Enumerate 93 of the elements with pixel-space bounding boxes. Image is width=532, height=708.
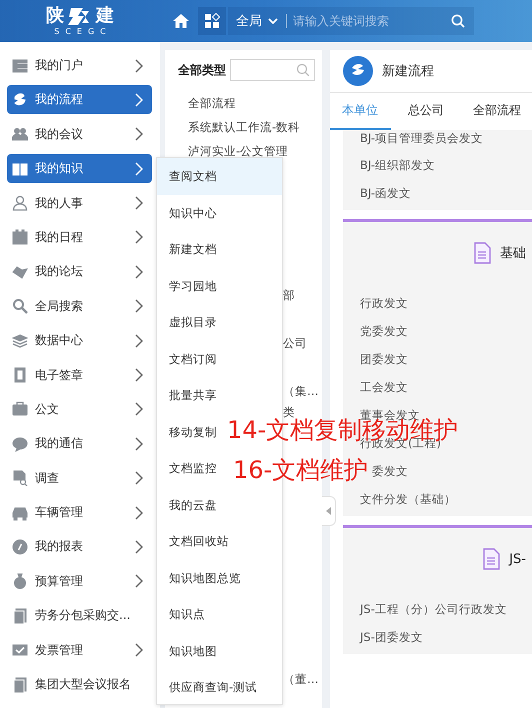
logo-subtitle: SCEGC (54, 27, 112, 37)
type-item[interactable]: （董… (283, 672, 318, 686)
submenu-item[interactable]: 知识地图总览 (169, 570, 241, 586)
type-item[interactable]: 公司 (283, 336, 307, 350)
submenu-item[interactable]: 文档监控 (169, 460, 217, 476)
flow-link[interactable]: BJ-函发文 (360, 186, 412, 200)
book-icon (12, 160, 28, 177)
sidebar-item[interactable]: 我的门户 (7, 51, 152, 80)
panel-title: 全部类型 (178, 62, 226, 78)
sidebar-item[interactable]: 车辆管理 (7, 498, 152, 528)
sidebar-item[interactable]: 劳务分包采购交... (7, 601, 152, 630)
type-item[interactable]: （集… (283, 384, 318, 398)
search-icon (12, 298, 28, 314)
tab[interactable]: 总公司 (396, 93, 456, 130)
flow-link[interactable]: 工会发文 (360, 380, 408, 394)
type-item[interactable]: 系统默认工作流-数科 (188, 120, 300, 134)
calendar-icon (12, 229, 28, 246)
submenu-item[interactable]: 新建文档 (169, 241, 217, 258)
person-icon (12, 195, 28, 212)
document-icon (482, 548, 500, 570)
sidebar-item[interactable]: 我的论坛 (7, 257, 152, 286)
flow-link[interactable]: BJ-组织部发文 (360, 158, 436, 172)
card-title: JS- (509, 552, 526, 566)
submenu-item[interactable]: 文档回收站 (169, 533, 229, 550)
type-item[interactable]: 部 (283, 288, 295, 302)
chat-icon (12, 436, 28, 452)
flow-link[interactable]: 行政发文 (360, 296, 408, 310)
sidebar-item[interactable]: 公文 (7, 394, 152, 424)
submenu-item[interactable]: 供应商查询-测试 (169, 679, 258, 696)
flow-link[interactable]: JS-工程（分）公司行政发文 (360, 602, 507, 616)
flow-link[interactable]: 党委发文 (360, 324, 408, 338)
scope-dropdown[interactable]: 全局 (236, 12, 278, 30)
tab[interactable]: 全部流程 (461, 93, 532, 130)
apps-icon (204, 13, 220, 29)
documents-icon (12, 608, 28, 624)
sidebar-item[interactable]: 电子签章 (7, 360, 152, 390)
logo-text: 陕 (46, 6, 64, 26)
logo-text: 建 (96, 6, 114, 26)
sidebar-item[interactable]: 我的通信 (7, 429, 152, 458)
submenu-item[interactable]: 文档订阅 (169, 350, 217, 367)
sidebar-item[interactable]: 我的会议 (7, 120, 152, 149)
submenu-item[interactable]: 学习园地 (169, 278, 217, 294)
people-icon (12, 126, 28, 142)
sidebar-item[interactable]: 我的日程 (7, 222, 152, 252)
flow-link[interactable]: 团委发文 (360, 352, 408, 366)
swirl-icon (343, 56, 373, 86)
flow-link[interactable]: 文件分发（基础） (360, 492, 456, 506)
search-icon (296, 63, 310, 77)
type-item[interactable]: 类 (283, 404, 295, 420)
submenu-item[interactable]: 我的云盘 (169, 496, 217, 513)
submenu-item[interactable]: 虚拟目录 (169, 314, 217, 330)
sidebar-item[interactable]: 发票管理 (7, 636, 152, 665)
search-icon[interactable] (451, 14, 465, 28)
sidebar-item[interactable]: 我的人事 (7, 188, 152, 218)
sidebar-item[interactable]: 数据中心 (7, 326, 152, 356)
submenu-item[interactable]: 查阅文档 (157, 158, 282, 194)
swirl-icon (12, 92, 28, 108)
type-item[interactable]: 全部流程 (188, 96, 236, 110)
search-field[interactable]: 全局 请输入关键词搜索 (228, 7, 474, 35)
layers-icon (12, 332, 28, 349)
document-icon (473, 242, 491, 264)
flow-link[interactable]: BJ-项目管理委员会发文 (360, 131, 484, 145)
money-bag-icon (12, 573, 28, 590)
flow-link[interactable]: 委发文 (372, 464, 408, 478)
sidebar-item[interactable]: 预算管理 (7, 566, 152, 596)
submenu-item[interactable]: 知识点 (169, 606, 205, 622)
annotation-text: 16-文档维护 (233, 458, 368, 482)
sidebar-item[interactable]: 全局搜索 (7, 292, 152, 321)
home-icon[interactable] (172, 13, 190, 29)
page-title: 新建流程 (382, 63, 434, 80)
submenu-item[interactable]: 移动复制 (169, 424, 217, 440)
caret-icon (268, 18, 278, 24)
type-item[interactable]: 泸河实业-公文管理 (188, 144, 288, 158)
card-title: 基础 (500, 245, 526, 262)
gauge-icon (12, 538, 28, 555)
sidebar-item[interactable]: 调查 (7, 464, 152, 493)
sidebar-item[interactable]: 我的报表 (7, 532, 152, 562)
sidebar-item[interactable]: 我的流程 (7, 85, 152, 114)
envelope-check-icon (12, 642, 28, 658)
documents-icon (12, 676, 28, 693)
submenu-item[interactable]: 知识中心 (169, 204, 217, 221)
briefcase-icon (12, 401, 28, 418)
triangle-left-icon (326, 507, 331, 515)
car-icon (12, 504, 28, 521)
sidebar-item[interactable]: 我的知识 (7, 154, 152, 184)
collapse-handle[interactable] (322, 496, 336, 526)
submenu-item[interactable]: 批量共享 (169, 387, 217, 404)
search-field[interactable] (230, 59, 315, 81)
submenu-item[interactable]: 知识地图 (169, 642, 217, 659)
sidebar-item[interactable]: 集团大型会议报名 (7, 670, 152, 700)
apps-button[interactable] (198, 7, 226, 35)
flow-link[interactable]: JS-团委发文 (360, 630, 423, 644)
document-search-icon (12, 470, 28, 486)
